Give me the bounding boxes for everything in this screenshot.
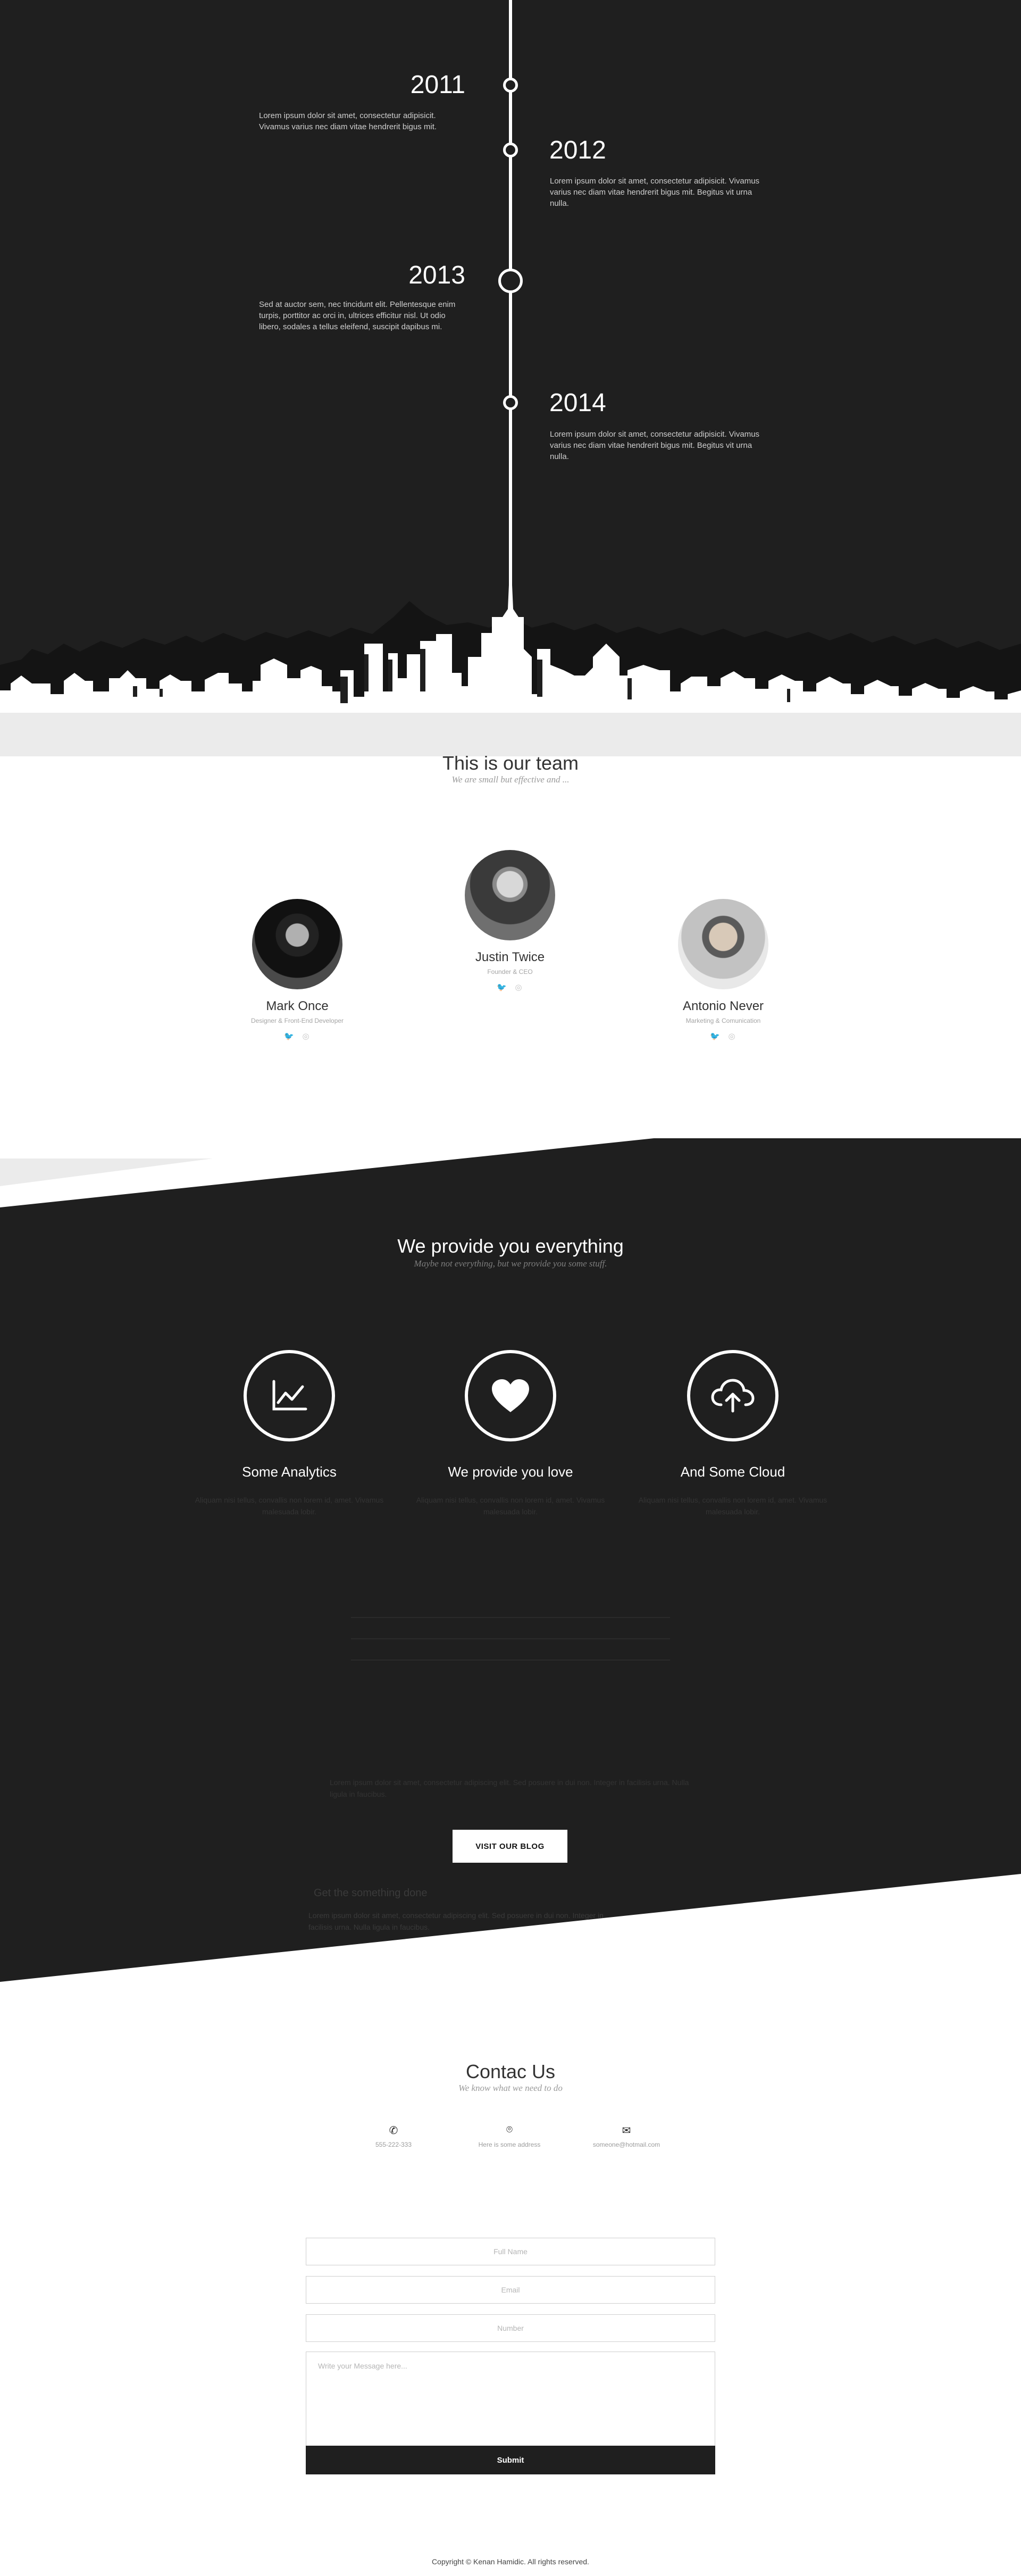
address-value: Here is some address — [478, 2141, 541, 2148]
member-role: Marketing & Comunication — [685, 1017, 761, 1024]
blog-preview-text: Lorem ipsum dolor sit amet, consectetur … — [330, 1778, 689, 1798]
instagram-icon[interactable]: ◎ — [301, 1032, 311, 1041]
contact-subtitle: We know what we need to do — [458, 2083, 563, 2093]
timeline-year: 2011 — [410, 71, 465, 99]
contact-email: ✉ someone@hotmail.com — [573, 2124, 680, 2148]
contact-phone: ✆ 555-222-333 — [340, 2124, 447, 2148]
twitter-icon[interactable]: 🐦 — [284, 1032, 294, 1041]
phone-icon: ✆ — [389, 2125, 398, 2137]
visit-blog-button[interactable]: Visit our blog — [453, 1830, 567, 1863]
team-header-band — [0, 713, 1021, 756]
timeline-dot-2013 — [498, 269, 523, 293]
feature-description: Aliquam nisi tellus, convallis non lorem… — [195, 1496, 384, 1516]
timeline-text: Lorem ipsum dolor sit amet, consectetur … — [550, 177, 760, 208]
timeline-year: 2013 — [408, 261, 465, 289]
email-field[interactable] — [306, 2276, 715, 2304]
phone-value: 555-222-333 — [375, 2141, 412, 2148]
timeline-text: Sed at auctor sem, nec tincidunt elit. P… — [259, 300, 456, 331]
team-member-card: Justin Twice Founder & CEO 🐦 ◎ — [420, 850, 600, 993]
number-field[interactable] — [306, 2314, 715, 2342]
avatar — [678, 899, 768, 989]
envelope-icon: ✉ — [622, 2125, 631, 2137]
contact-title: Contac Us — [465, 2061, 556, 2082]
full-name-field[interactable] — [306, 2238, 715, 2265]
team-section: This is our team We are small but effect… — [0, 713, 1021, 1138]
member-social-links: 🐦 ◎ — [633, 1032, 814, 1041]
slanted-dark-background — [0, 1138, 1021, 2021]
divider — [351, 1638, 670, 1639]
timeline-text: Lorem ipsum dolor sit amet, consectetur … — [259, 111, 437, 131]
timeline-text: Lorem ipsum dolor sit amet, consectetur … — [550, 430, 760, 461]
divider — [351, 1617, 670, 1618]
timeline-dot-2011 — [503, 78, 518, 93]
city-skyline-illustration — [0, 585, 1021, 713]
timeline-dot-2012 — [503, 143, 518, 157]
divider — [351, 1660, 670, 1661]
member-name: Antonio Never — [682, 999, 764, 1013]
team-subtitle: We are small but effective and ... — [451, 774, 570, 785]
message-field[interactable] — [306, 2352, 715, 2456]
submit-button[interactable]: Submit — [306, 2446, 715, 2474]
member-role: Designer & Front-End Developer — [250, 1017, 344, 1024]
team-title: This is our team — [442, 752, 579, 774]
email-value: someone@hotmail.com — [592, 2141, 660, 2148]
feature-title: Some Analytics — [242, 1464, 337, 1480]
copyright-text: Copyright © Kenan Hamidic. All rights re… — [432, 2557, 589, 2566]
timeline-year: 2014 — [549, 389, 606, 417]
feature-card: We provide you love Aliquam nisi tellus,… — [399, 1350, 622, 1518]
feature-description: Aliquam nisi tellus, convallis non lorem… — [416, 1496, 605, 1516]
blog-post-title: Get the something done — [314, 1887, 428, 1899]
feature-icon-circle — [465, 1350, 556, 1441]
feature-card: Some Analytics Aliquam nisi tellus, conv… — [178, 1350, 401, 1518]
cloud-upload-icon — [711, 1379, 755, 1413]
feature-title: And Some Cloud — [680, 1464, 785, 1480]
heart-icon — [492, 1379, 529, 1412]
team-member-card: Antonio Never Marketing & Comunication 🐦… — [633, 899, 814, 1041]
services-title: We provide you everything — [397, 1235, 624, 1257]
services-section: We provide you everything Maybe not ever… — [0, 1138, 1021, 2021]
feature-card: And Some Cloud Aliquam nisi tellus, conv… — [621, 1350, 844, 1518]
history-timeline: 2011 Lorem ipsum dolor sit amet, consect… — [0, 0, 1021, 713]
member-social-links: 🐦 ◎ — [207, 1032, 388, 1041]
member-name: Mark Once — [266, 999, 329, 1013]
member-role: Founder & CEO — [487, 968, 533, 976]
chart-icon — [272, 1380, 307, 1411]
blog-post-excerpt: Lorem ipsum dolor sit amet, consectetur … — [308, 1911, 604, 1931]
services-subtitle: Maybe not everything, but we provide you… — [414, 1258, 607, 1269]
timeline-dot-2014 — [503, 395, 518, 410]
feature-icon-circle — [687, 1350, 779, 1441]
feature-description: Aliquam nisi tellus, convallis non lorem… — [638, 1496, 827, 1516]
avatar — [465, 850, 555, 940]
team-member-card: Mark Once Designer & Front-End Developer… — [207, 899, 388, 1041]
member-social-links: 🐦 ◎ — [420, 983, 600, 993]
instagram-icon[interactable]: ◎ — [727, 1032, 737, 1041]
twitter-icon[interactable]: 🐦 — [497, 983, 507, 993]
feature-title: We provide you love — [448, 1464, 573, 1480]
location-pin-icon: ⌾ — [506, 2124, 513, 2136]
member-name: Justin Twice — [475, 950, 545, 964]
contact-address: ⌾ Here is some address — [456, 2124, 563, 2148]
avatar — [252, 899, 342, 989]
instagram-icon[interactable]: ◎ — [514, 983, 523, 993]
timeline-year: 2012 — [549, 136, 606, 164]
twitter-icon[interactable]: 🐦 — [710, 1032, 720, 1041]
feature-icon-circle — [244, 1350, 335, 1441]
contact-section: Contac Us We know what we need to do ✆ 5… — [0, 2021, 1021, 2576]
